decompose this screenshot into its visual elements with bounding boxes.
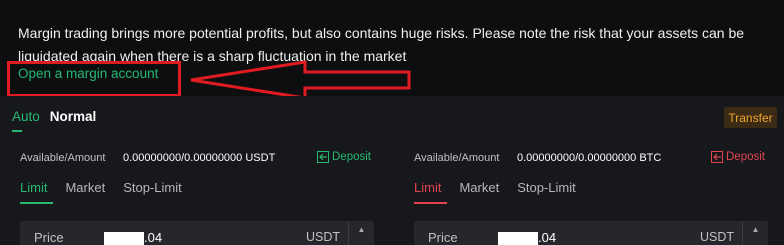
price-input[interactable]: Price .04 USDT ▲ xyxy=(20,221,374,245)
price-value: .04 xyxy=(144,230,163,245)
available-value: 0.00000000/0.00000000 BTC xyxy=(517,152,662,164)
margin-risk-banner: Margin trading brings more potential pro… xyxy=(0,0,784,100)
tab-stop-limit[interactable]: Stop-Limit xyxy=(123,180,182,195)
deposit-button[interactable]: Deposit xyxy=(317,151,371,163)
price-label: Price xyxy=(428,230,458,245)
deposit-label: Deposit xyxy=(726,151,765,163)
order-type-tabs: Limit Market Stop-Limit xyxy=(20,180,200,195)
deposit-label: Deposit xyxy=(332,151,371,163)
redaction-mask xyxy=(498,232,538,245)
deposit-icon xyxy=(711,151,723,163)
order-tab-indicator xyxy=(20,202,53,204)
buy-column: Available/Amount 0.00000000/0.00000000 U… xyxy=(20,96,380,245)
tab-market[interactable]: Market xyxy=(65,180,105,195)
tab-market[interactable]: Market xyxy=(459,180,499,195)
redaction-mask xyxy=(104,232,144,245)
available-amount-row: Available/Amount 0.00000000/0.00000000 B… xyxy=(414,150,770,166)
price-unit: USDT xyxy=(306,230,341,244)
tab-limit[interactable]: Limit xyxy=(20,180,47,195)
price-stepper-up[interactable]: ▲ xyxy=(348,221,374,245)
price-unit: USDT xyxy=(700,230,735,244)
available-label: Available/Amount xyxy=(414,152,500,164)
available-value: 0.00000000/0.00000000 USDT xyxy=(123,152,276,164)
trading-panel: Auto Normal Transfer Available/Amount 0.… xyxy=(0,96,784,245)
available-label: Available/Amount xyxy=(20,152,106,164)
deposit-icon xyxy=(317,151,329,163)
sell-column: Available/Amount 0.00000000/0.00000000 B… xyxy=(414,96,774,245)
tab-limit[interactable]: Limit xyxy=(414,180,441,195)
price-value: .04 xyxy=(538,230,557,245)
price-label: Price xyxy=(34,230,64,245)
annotation-highlight-box xyxy=(7,61,181,97)
deposit-button[interactable]: Deposit xyxy=(711,151,765,163)
chevron-up-icon: ▲ xyxy=(357,225,366,234)
order-tab-indicator xyxy=(414,202,447,204)
tab-stop-limit[interactable]: Stop-Limit xyxy=(517,180,576,195)
price-input[interactable]: Price .04 USDT ▲ xyxy=(414,221,768,245)
chevron-up-icon: ▲ xyxy=(751,225,760,234)
order-type-tabs: Limit Market Stop-Limit xyxy=(414,180,594,195)
available-amount-row: Available/Amount 0.00000000/0.00000000 U… xyxy=(20,150,376,166)
price-stepper-up[interactable]: ▲ xyxy=(742,221,768,245)
